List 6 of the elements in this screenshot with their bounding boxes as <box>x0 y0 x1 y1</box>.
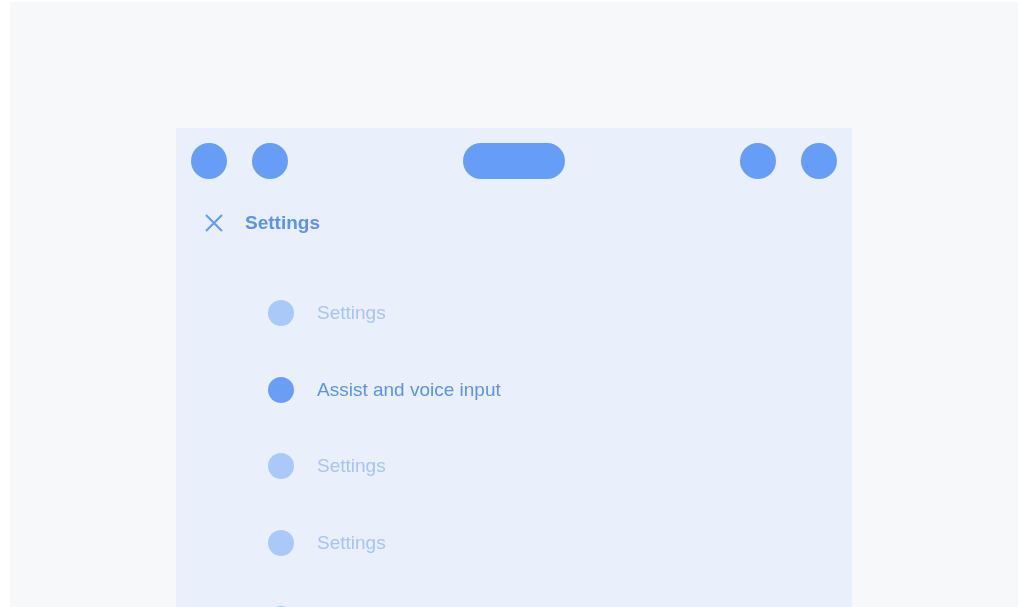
close-icon[interactable] <box>205 214 223 232</box>
menu-item[interactable]: Settings <box>317 528 386 557</box>
menu-item[interactable]: Assist and voice input <box>317 375 501 404</box>
menu-item[interactable]: Settings <box>317 299 386 328</box>
menu-item[interactable]: Settings <box>317 452 386 481</box>
header-title: Settings <box>245 210 320 235</box>
